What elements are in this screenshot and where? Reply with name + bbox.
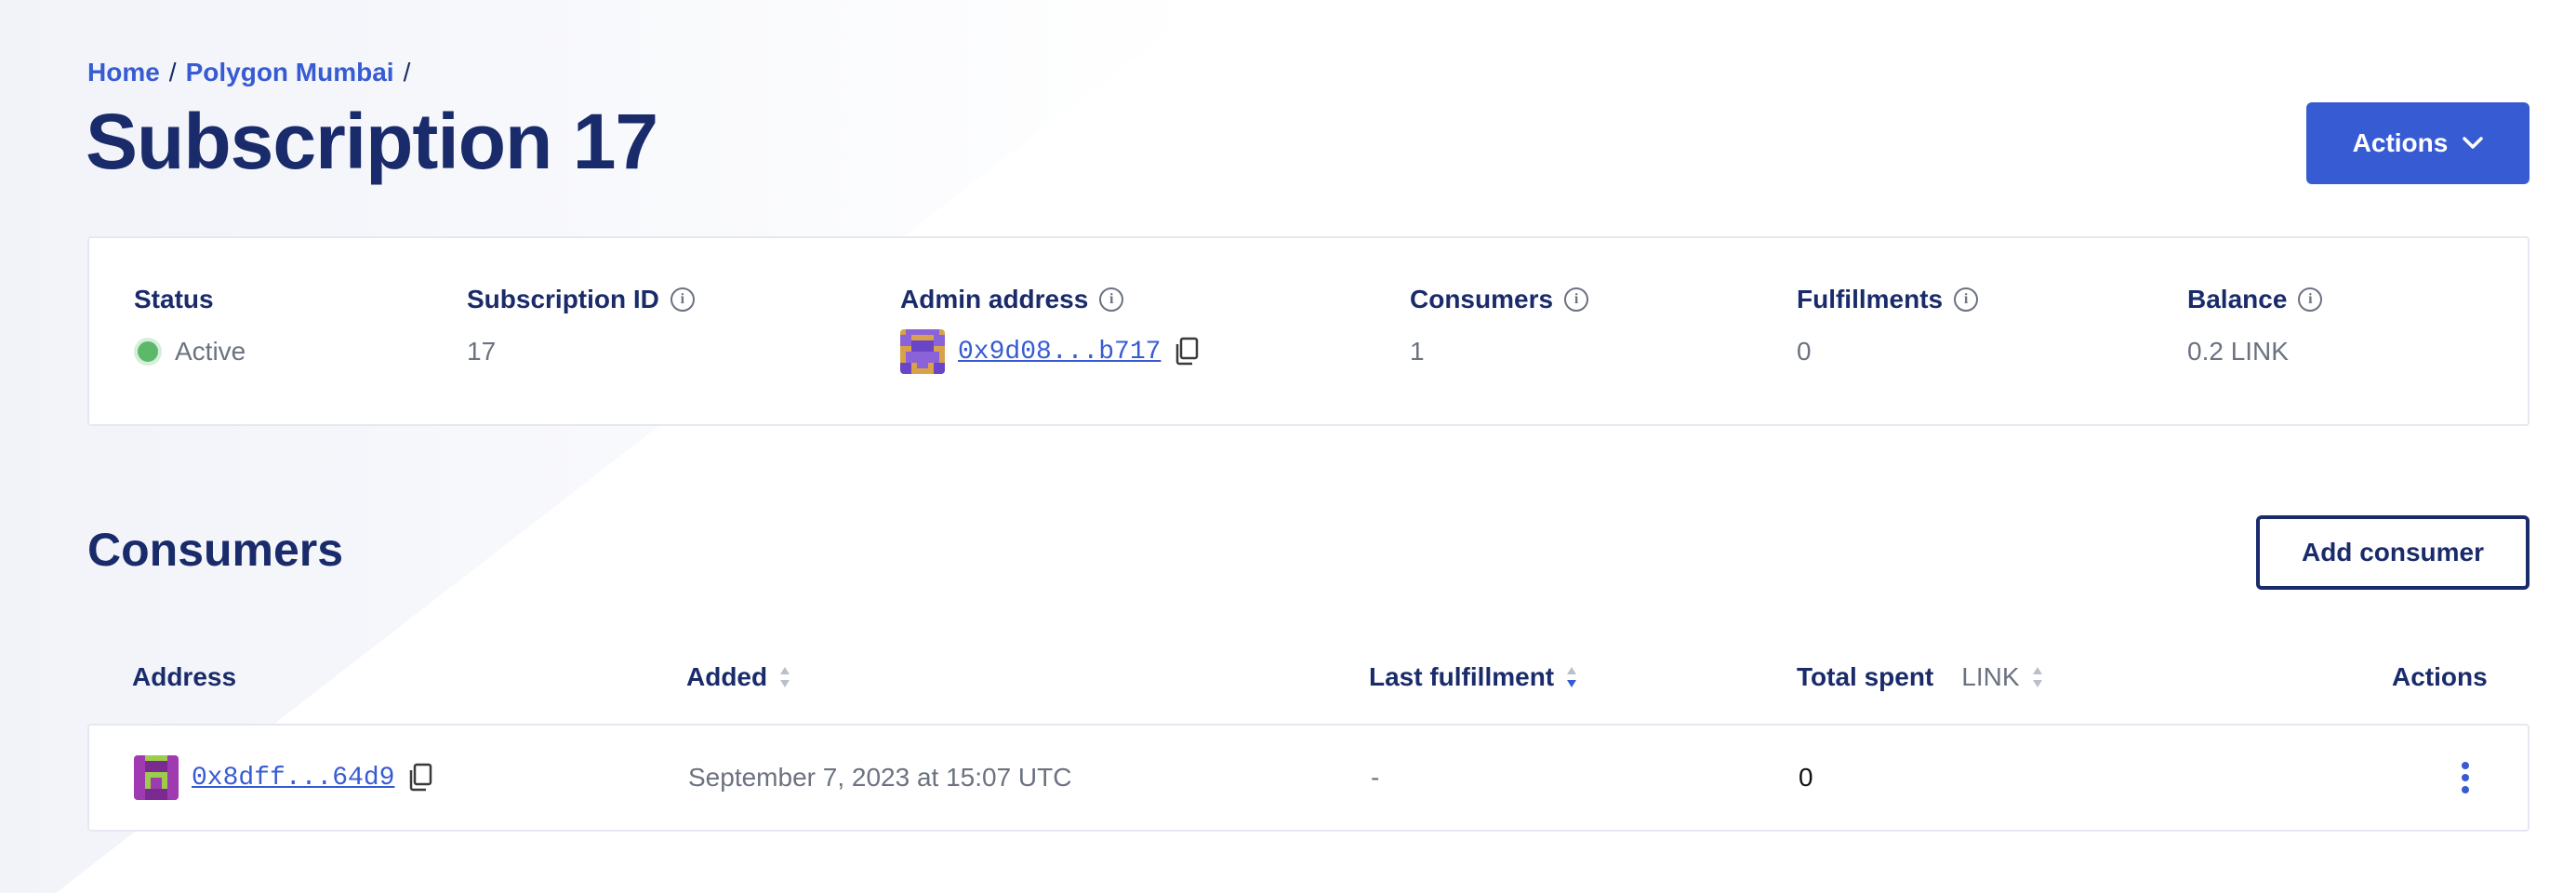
actions-dropdown-button[interactable]: Actions — [2306, 102, 2530, 184]
info-icon[interactable]: i — [1564, 287, 1589, 312]
breadcrumb-separator: / — [168, 58, 177, 87]
info-icon[interactable]: i — [1099, 287, 1124, 312]
page-title: Subscription 17 — [86, 98, 658, 185]
admin-address-link[interactable]: 0x9d08...b717 — [958, 338, 1161, 367]
status-active-dot — [134, 338, 162, 366]
detail-balance: Balance i 0.2 LINK — [2187, 283, 2323, 370]
column-total-spent-label: Total spent — [1797, 662, 1934, 691]
consumer-address-link[interactable]: 0x8dff...64d9 — [192, 764, 394, 793]
balance-value: 0.2 LINK — [2187, 337, 2289, 366]
breadcrumb-home-link[interactable]: Home — [87, 58, 160, 87]
balance-label: Balance — [2187, 285, 2288, 313]
row-added-cell: September 7, 2023 at 15:07 UTC — [688, 763, 1072, 792]
copy-icon[interactable] — [1174, 337, 1200, 367]
subscription-page: Home / Polygon Mumbai / Subscription 17 … — [0, 0, 2576, 893]
column-header-address: Address — [132, 662, 236, 692]
add-consumer-button[interactable]: Add consumer — [2256, 515, 2530, 590]
actions-button-label: Actions — [2352, 128, 2449, 157]
detail-fulfillments: Fulfillments i 0 — [1797, 283, 1979, 370]
info-icon[interactable]: i — [2298, 287, 2323, 312]
chevron-down-icon — [2463, 137, 2484, 149]
column-total-spent-unit: LINK — [1961, 662, 2020, 691]
detail-subscription-id: Subscription ID i 17 — [467, 283, 695, 370]
column-header-actions: Actions — [2392, 662, 2488, 692]
row-actions-cell — [2451, 726, 2479, 830]
kebab-menu-icon[interactable] — [2451, 754, 2479, 801]
consumers-count-label: Consumers — [1410, 285, 1554, 313]
subscription-id-label: Subscription ID — [467, 285, 659, 313]
admin-address-label: Admin address — [900, 285, 1089, 313]
breadcrumb-network-link[interactable]: Polygon Mumbai — [186, 58, 394, 87]
info-icon[interactable]: i — [670, 287, 695, 312]
breadcrumb-separator: / — [403, 58, 411, 87]
info-icon[interactable]: i — [1954, 287, 1979, 312]
consumers-count-value: 1 — [1410, 337, 1425, 366]
admin-blockie-avatar — [900, 329, 945, 374]
sort-desc-icon[interactable] — [1565, 665, 1578, 689]
detail-status: Status Active — [134, 283, 246, 370]
column-header-total-spent[interactable]: Total spent LINK — [1797, 662, 2044, 692]
column-address-label: Address — [132, 662, 237, 691]
consumers-table-header: Address Added Last fulfillment Total spe… — [87, 651, 2530, 707]
status-label: Status — [134, 285, 214, 313]
row-address-cell: 0x8dff...64d9 — [134, 726, 433, 830]
consumers-section-title: Consumers — [87, 524, 344, 576]
subscription-id-value: 17 — [467, 337, 497, 366]
fulfillments-value: 0 — [1797, 337, 1812, 366]
column-header-last-fulfillment[interactable]: Last fulfillment — [1369, 662, 1578, 692]
detail-admin-address: Admin address i 0x9d08...b717 — [900, 283, 1200, 374]
breadcrumb: Home / Polygon Mumbai / — [87, 58, 419, 87]
fulfillments-label: Fulfillments — [1797, 285, 1944, 313]
consumer-blockie-avatar — [134, 755, 179, 800]
detail-consumers: Consumers i 1 — [1410, 283, 1589, 370]
column-header-added[interactable]: Added — [686, 662, 791, 692]
status-value: Active — [175, 337, 246, 366]
sort-icon[interactable] — [2031, 665, 2044, 689]
row-last-fulfillment-cell: - — [1371, 763, 1380, 792]
sort-icon[interactable] — [778, 665, 791, 689]
row-total-spent-cell: 0 — [1799, 763, 1813, 792]
column-last-fulfillment-label: Last fulfillment — [1369, 662, 1555, 691]
column-actions-label: Actions — [2392, 662, 2488, 691]
table-row: 0x8dff...64d9 September 7, 2023 at 15:07… — [87, 724, 2530, 832]
subscription-details-card: Status Active Subscription ID i 17 Admin… — [87, 236, 2530, 426]
copy-icon[interactable] — [407, 763, 433, 793]
column-added-label: Added — [686, 662, 768, 691]
